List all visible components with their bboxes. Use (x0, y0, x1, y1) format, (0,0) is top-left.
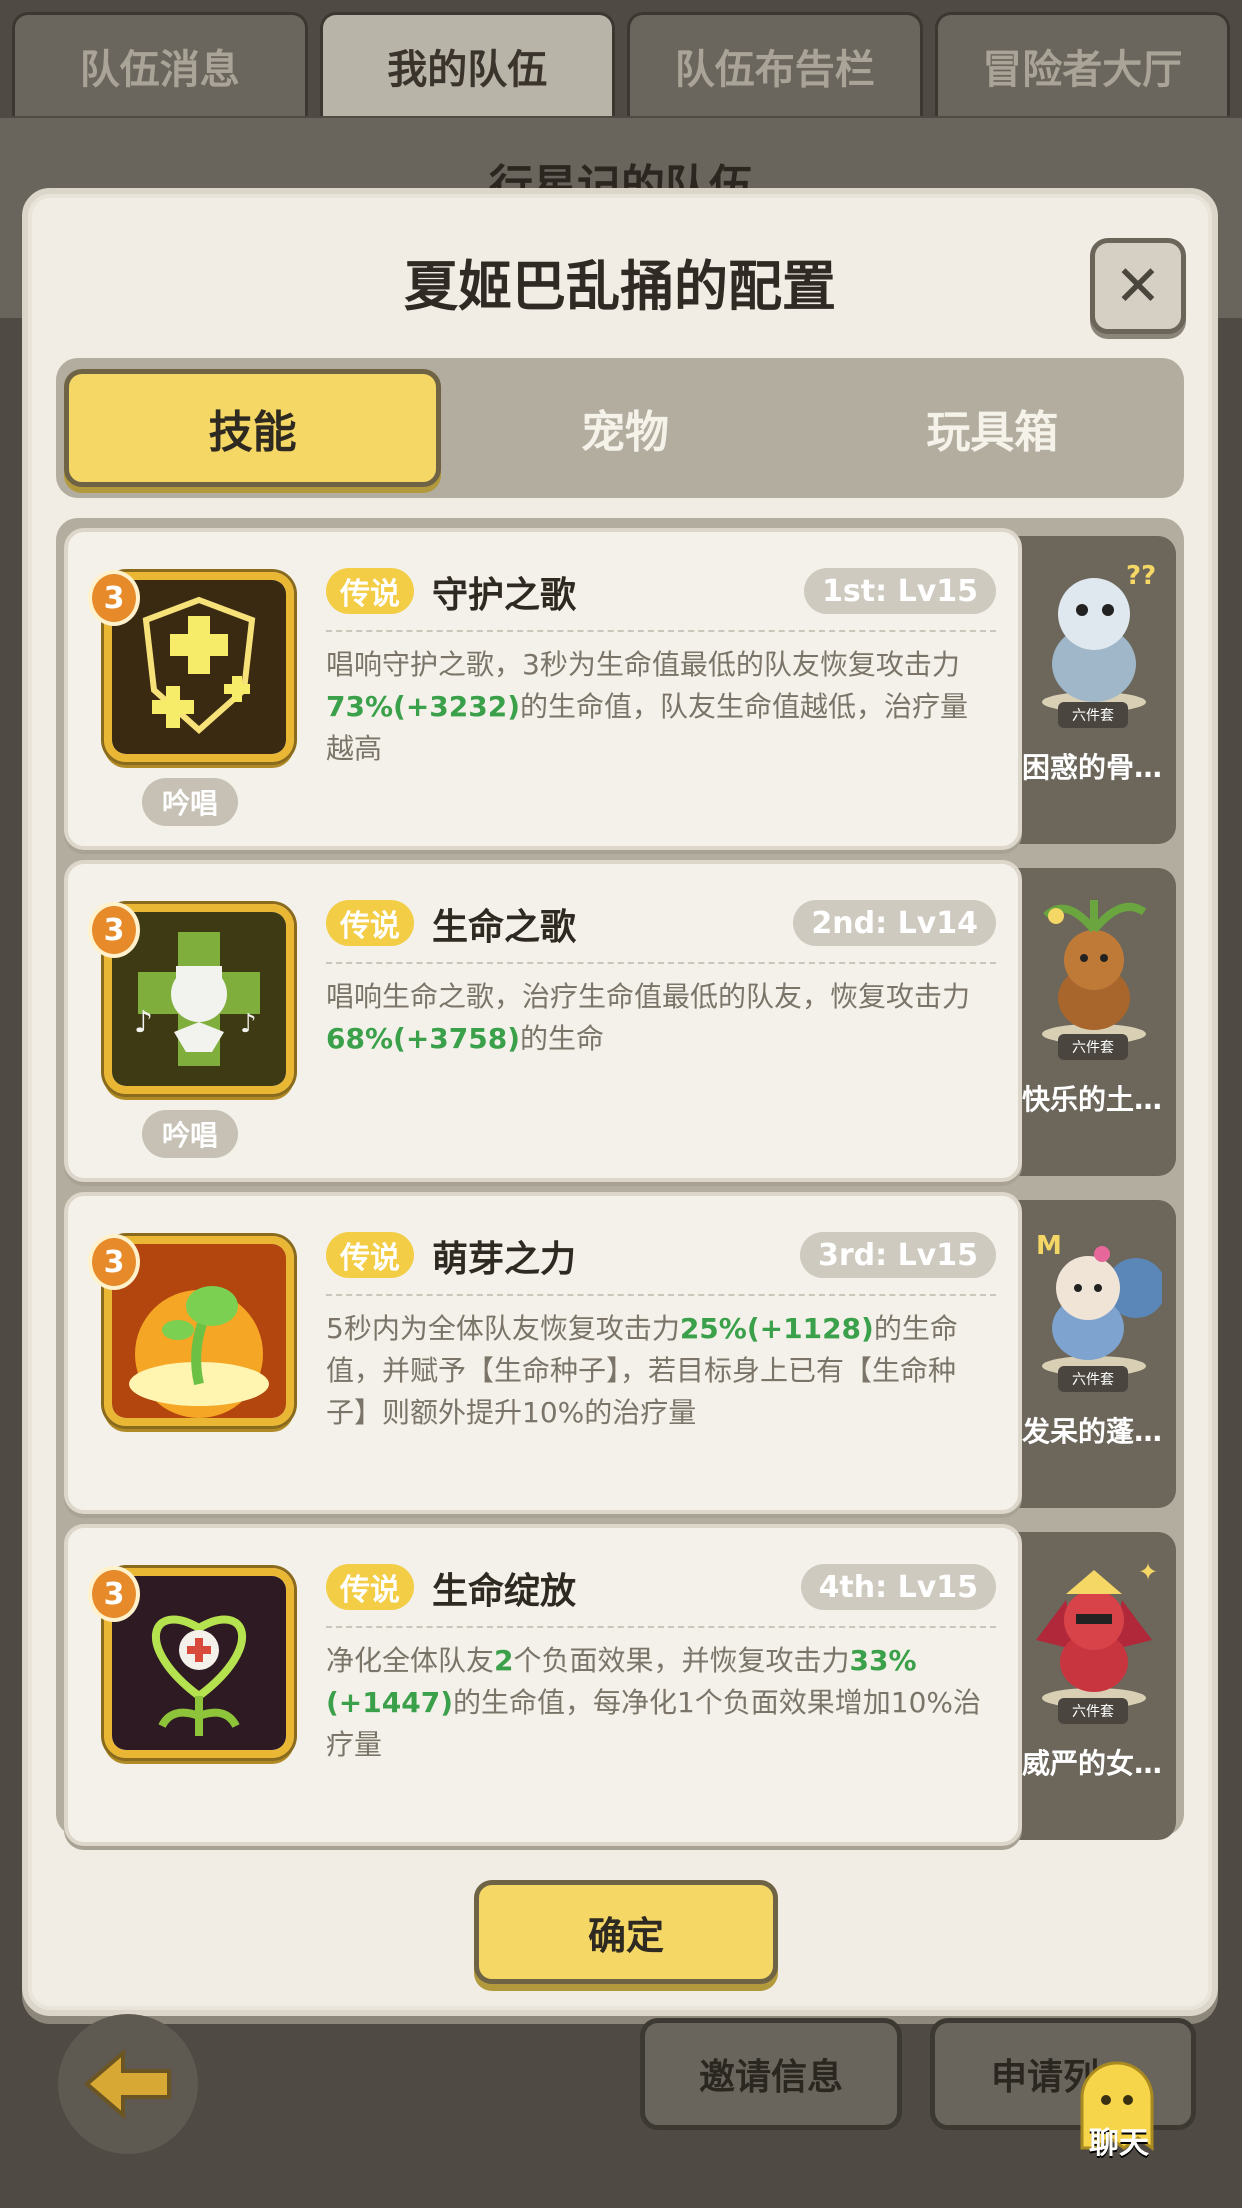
skill-description: 净化全体队友2个负面效果，并恢复攻击力33%(+1447)的生命值，每净化1个负… (326, 1644, 982, 1761)
pet-slot[interactable]: ✦ 六件套 威严的女… (1008, 1532, 1176, 1840)
close-button[interactable]: ✕ (1090, 238, 1186, 334)
tab-pets[interactable]: 宠物 (441, 369, 808, 487)
skill-card[interactable]: 3 传说 生命绽放 4th: Lv15 净化全体队友2个负面效果，并恢复攻击力3… (64, 1524, 1022, 1846)
confirm-button[interactable]: 确定 (474, 1880, 778, 1984)
pet-name: 困惑的骨… (1021, 751, 1162, 784)
pet-figure-icon: M (1036, 1231, 1162, 1376)
skill-card[interactable]: 3 吟唱 传说 守护之歌 1st: Lv15 唱响守护之歌，3秒为生命值最低的队… (64, 528, 1022, 850)
close-icon: ✕ (1114, 253, 1162, 319)
svg-text:M: M (1036, 1231, 1062, 1261)
cast-type-tag: 吟唱 (142, 1110, 238, 1158)
pet-slot[interactable]: ?? 六件套 困惑的骨… (1008, 536, 1176, 844)
divider (326, 1294, 996, 1296)
back-button[interactable] (58, 2014, 198, 2154)
modal-title: 夏姬巴乱捅的配置 (404, 255, 836, 318)
rarity-tag: 传说 (326, 1564, 414, 1610)
skill-row: ?? 六件套 困惑的骨… 3 吟唱 传说 守护之歌 1st: Lv15 唱响守护… (64, 528, 1176, 850)
config-tabs: 技能 宠物 玩具箱 (56, 358, 1184, 498)
skill-list: ?? 六件套 困惑的骨… 3 吟唱 传说 守护之歌 1st: Lv15 唱响守护… (56, 518, 1184, 1846)
top-tab-bar: 队伍消息 我的队伍 队伍布告栏 冒险者大厅 (12, 12, 1230, 116)
svg-text:♪: ♪ (240, 1009, 257, 1039)
pet-set-badge: 六件套 (1058, 1366, 1128, 1392)
pet-figure-icon (1042, 900, 1147, 1044)
tab-my-team[interactable]: 我的队伍 (319, 12, 615, 116)
skill-row: M 六件套 发呆的蓬… 3 传说 萌芽之力 3rd: Lv15 5秒内为全体队友… (64, 1192, 1176, 1514)
pet-figure-icon: ?? (1042, 561, 1156, 712)
skill-level-badge: 3 (88, 1234, 140, 1290)
skill-card[interactable]: 3 传说 萌芽之力 3rd: Lv15 5秒内为全体队友恢复攻击力25%(+11… (64, 1192, 1022, 1514)
pet-set-badge: 六件套 (1058, 702, 1128, 728)
pet-set-badge: 六件套 (1058, 1698, 1128, 1724)
divider (326, 630, 996, 632)
svg-text:??: ?? (1126, 561, 1156, 591)
tab-adventurer-hall[interactable]: 冒险者大厅 (934, 12, 1230, 116)
pet-slot[interactable]: M 六件套 发呆的蓬… (1008, 1200, 1176, 1508)
skill-name: 生命之歌 (432, 907, 577, 948)
invite-info-button[interactable]: 邀请信息 (640, 2018, 902, 2130)
rarity-tag: 传说 (326, 900, 414, 946)
pet-slot[interactable]: 六件套 快乐的土… (1008, 868, 1176, 1176)
skill-row: ✦ 六件套 威严的女… 3 传说 生命绽放 4th: Lv15 净化全体队友2个… (64, 1524, 1176, 1846)
skill-level-badge: 3 (88, 902, 140, 958)
tab-skills[interactable]: 技能 (64, 369, 442, 487)
cast-type-tag: 吟唱 (142, 778, 238, 826)
divider (326, 962, 996, 964)
skill-description: 唱响守护之歌，3秒为生命值最低的队友恢复攻击力73%(+3232)的生命值，队友… (326, 648, 969, 765)
skill-name: 生命绽放 (432, 1571, 577, 1612)
skill-card[interactable]: 3 ♪ ♪ 吟唱 传说 生命之歌 2nd: Lv14 唱响生命之歌，治疗生命值最… (64, 860, 1022, 1182)
svg-text:✦: ✦ (1138, 1558, 1158, 1586)
skill-name: 守护之歌 (432, 575, 577, 616)
chat-label[interactable]: 聊天 (1064, 2118, 1174, 2162)
skill-slot-level: 4th: Lv15 (800, 1564, 996, 1610)
pet-name: 威严的女… (1021, 1747, 1162, 1780)
rarity-tag: 传说 (326, 568, 414, 614)
rarity-tag: 传说 (326, 1232, 414, 1278)
pet-figure-icon: ✦ (1036, 1558, 1158, 1708)
skill-description: 唱响生命之歌，治疗生命值最低的队友，恢复攻击力68%(+3758)的生命 (326, 980, 971, 1055)
tab-toybox[interactable]: 玩具箱 (809, 369, 1176, 487)
divider (326, 1626, 996, 1628)
pet-name: 发呆的蓬… (1021, 1415, 1162, 1448)
back-arrow-icon (83, 2049, 171, 2119)
tab-team-board[interactable]: 队伍布告栏 (627, 12, 923, 116)
skill-description: 5秒内为全体队友恢复攻击力25%(+1128)的生命值，并赋予【生命种子】，若目… (326, 1312, 958, 1429)
skill-row: 六件套 快乐的土… 3 ♪ ♪ 吟唱 传说 生命之歌 2nd: Lv14 唱响生… (64, 860, 1176, 1182)
pet-set-badge: 六件套 (1058, 1034, 1128, 1060)
skill-slot-level: 1st: Lv15 (804, 568, 996, 614)
tab-team-messages[interactable]: 队伍消息 (12, 12, 308, 116)
skill-level-badge: 3 (88, 570, 140, 626)
config-modal: 夏姬巴乱捅的配置 ✕ 技能 宠物 玩具箱 ?? 六件套 困惑的骨… 3 吟唱 传… (22, 188, 1218, 2016)
skill-level-badge: 3 (88, 1566, 140, 1622)
skill-slot-level: 2nd: Lv14 (793, 900, 996, 946)
skill-slot-level: 3rd: Lv15 (799, 1232, 996, 1278)
pet-name: 快乐的土… (1021, 1083, 1162, 1116)
svg-text:♪: ♪ (134, 1005, 153, 1040)
skill-name: 萌芽之力 (432, 1239, 577, 1280)
